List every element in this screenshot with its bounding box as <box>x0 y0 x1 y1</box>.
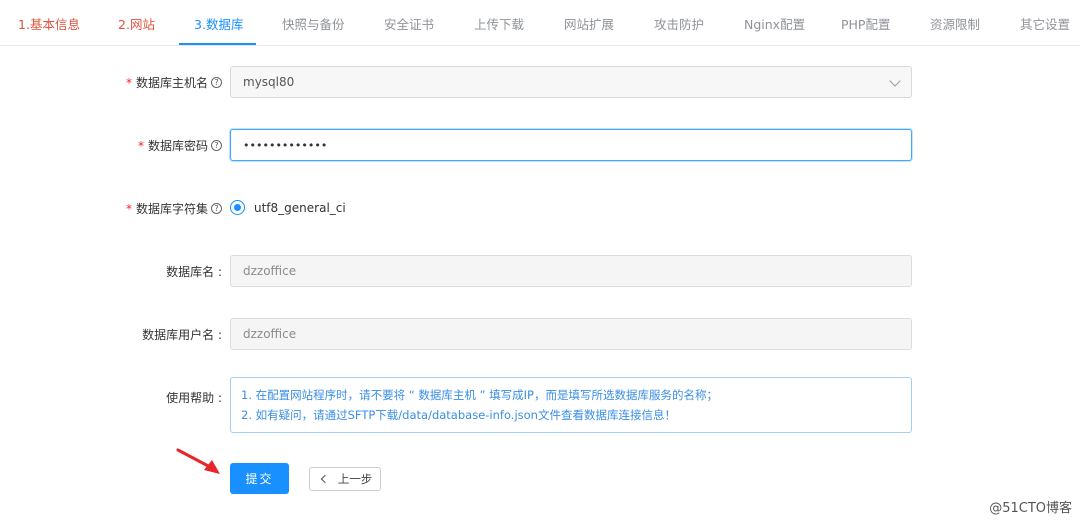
password-input[interactable]: ••••••••••••• <box>230 129 912 161</box>
password-label-text: 数据库密码 <box>147 139 208 153</box>
charset-radio-option[interactable]: utf8_general_ci <box>230 200 346 215</box>
host-select[interactable]: mysql80 <box>230 66 912 98</box>
host-label-text: 数据库主机名 <box>135 76 208 90</box>
tab-step-number: 1. <box>18 17 30 32</box>
dbname-label: 数据库名 : <box>166 265 222 279</box>
tab-upload-download[interactable]: 上传下载 <box>474 0 524 46</box>
help-icon[interactable]: ? <box>211 77 222 88</box>
usage-help-label: 使用帮助 : <box>166 391 222 405</box>
tab-step-number: 2. <box>118 17 130 32</box>
tab-site-extensions[interactable]: 网站扩展 <box>564 0 614 46</box>
tab-label: 基本信息 <box>29 17 80 32</box>
host-select-value: mysql80 <box>243 75 295 89</box>
password-label: * 数据库密码 ? <box>138 137 222 154</box>
tab-bar: 1.基本信息 2.网站 3.数据库 快照与备份 安全证书 上传下载 网站扩展 攻… <box>0 0 1080 46</box>
help-line-2: 2. 如有疑问，请通过SFTP下载/data/database-info.jso… <box>241 408 676 422</box>
tab-basic-info[interactable]: 1.基本信息 <box>18 0 80 46</box>
tab-nginx-config[interactable]: Nginx配置 <box>744 0 805 46</box>
required-mark: * <box>125 201 132 216</box>
tab-resource-limits[interactable]: 资源限制 <box>930 0 980 46</box>
help-icon[interactable]: ? <box>211 140 222 151</box>
tab-database[interactable]: 3.数据库 <box>194 0 243 46</box>
charset-label: * 数据库字符集 ? <box>126 200 222 217</box>
tab-attack-protection[interactable]: 攻击防护 <box>654 0 704 46</box>
dbname-input: dzzoffice <box>230 255 912 287</box>
active-tab-indicator <box>179 43 256 45</box>
help-line-1: 1. 在配置网站程序时，请不要将 “ 数据库主机 ” 填写成IP，而是填写所选数… <box>241 388 718 402</box>
dbuser-value: dzzoffice <box>243 327 297 341</box>
tab-php-config[interactable]: PHP配置 <box>841 0 890 46</box>
tab-ssl-certificate[interactable]: 安全证书 <box>384 0 434 46</box>
radio-selected-icon[interactable] <box>230 200 245 215</box>
host-label: * 数据库主机名 ? <box>126 74 222 91</box>
usage-help-box: 1. 在配置网站程序时，请不要将 “ 数据库主机 ” 填写成IP，而是填写所选数… <box>230 377 912 433</box>
watermark: @51CTO博客 <box>989 501 1072 516</box>
previous-step-button[interactable]: 上一步 <box>309 467 381 491</box>
tab-label: 数据库 <box>205 17 244 32</box>
tab-label: 网站 <box>129 17 155 32</box>
dbname-value: dzzoffice <box>243 264 297 278</box>
previous-step-label: 上一步 <box>337 472 373 486</box>
tab-website[interactable]: 2.网站 <box>118 0 155 46</box>
chevron-down-icon <box>889 75 901 87</box>
red-arrow-annotation <box>176 448 220 474</box>
tab-snapshot-backup[interactable]: 快照与备份 <box>282 0 345 46</box>
dbuser-label: 数据库用户名 : <box>142 328 222 342</box>
required-mark: * <box>137 138 144 153</box>
tab-other-settings[interactable]: 其它设置 <box>1020 0 1070 46</box>
dbuser-input: dzzoffice <box>230 318 912 350</box>
help-icon[interactable]: ? <box>211 203 222 214</box>
charset-option-label: utf8_general_ci <box>254 200 346 215</box>
charset-label-text: 数据库字符集 <box>135 202 208 216</box>
chevron-left-icon <box>320 474 329 484</box>
tab-step-number: 3. <box>194 17 206 32</box>
password-value: ••••••••••••• <box>243 138 328 152</box>
required-mark: * <box>125 75 132 90</box>
submit-button[interactable]: 提交 <box>230 463 289 494</box>
